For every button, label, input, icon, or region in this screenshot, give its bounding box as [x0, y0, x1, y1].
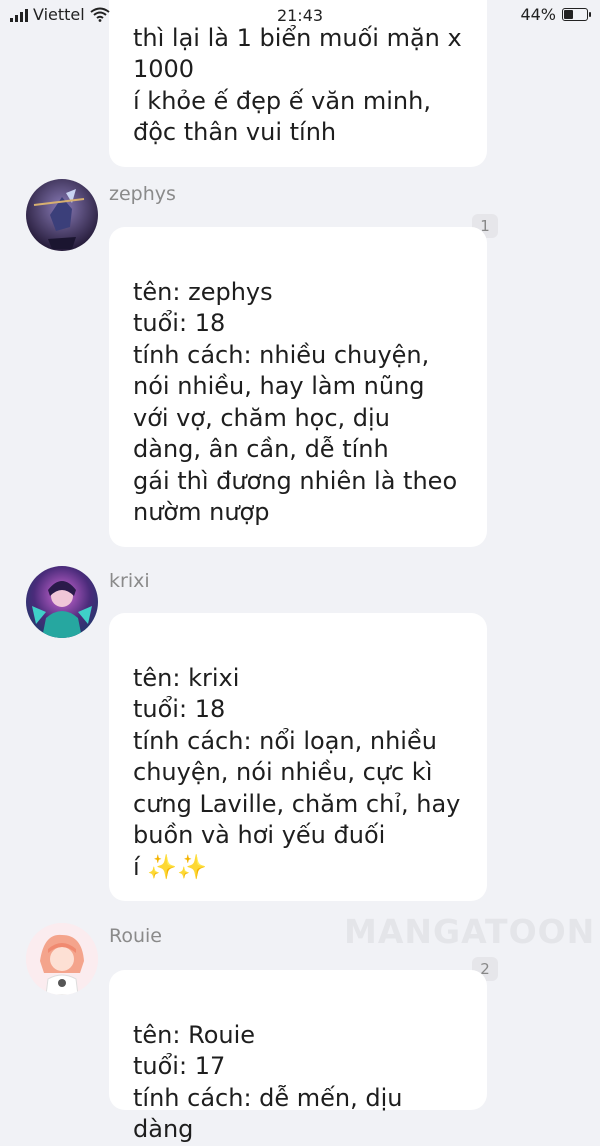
avatar-image — [26, 923, 98, 995]
clock: 21:43 — [276, 6, 324, 25]
message-text: tên: krixi tuổi: 18 tính cách: nổi loạn,… — [133, 663, 461, 881]
status-right: 44% — [520, 5, 591, 24]
avatar-krixi[interactable] — [26, 566, 98, 638]
avatar-image — [26, 179, 98, 251]
status-bar: Viettel 21:43 44% — [0, 0, 600, 30]
message-text: thì lại là 1 biển muối mặn x 1000 í khỏe… — [133, 23, 462, 147]
username-label: krixi — [109, 570, 150, 592]
battery-percent: 44% — [520, 5, 556, 24]
message-bubble: tên: Rouie tuổi: 17 tính cách: dễ mến, d… — [109, 970, 487, 1143]
message-text: tên: Rouie tuổi: 17 tính cách: dễ mến, d… — [133, 1020, 403, 1144]
message-text: tên: zephys tuổi: 18 tính cách: nhiều ch… — [133, 277, 458, 527]
avatar-rouie[interactable] — [26, 923, 98, 995]
battery-level — [564, 10, 574, 19]
sparkles-emoji: ✨✨ — [147, 852, 208, 881]
username-label: zephys — [109, 183, 176, 205]
username-label: Rouie — [109, 925, 162, 947]
avatar-image — [26, 566, 98, 638]
message-bubble: tên: krixi tuổi: 18 tính cách: nổi loạn,… — [109, 613, 487, 901]
avatar-zephys[interactable] — [26, 179, 98, 251]
battery-icon — [562, 8, 591, 21]
message-bubble: tên: zephys tuổi: 18 tính cách: nhiều ch… — [109, 227, 487, 547]
watermark: MANGATOON — [344, 912, 596, 951]
